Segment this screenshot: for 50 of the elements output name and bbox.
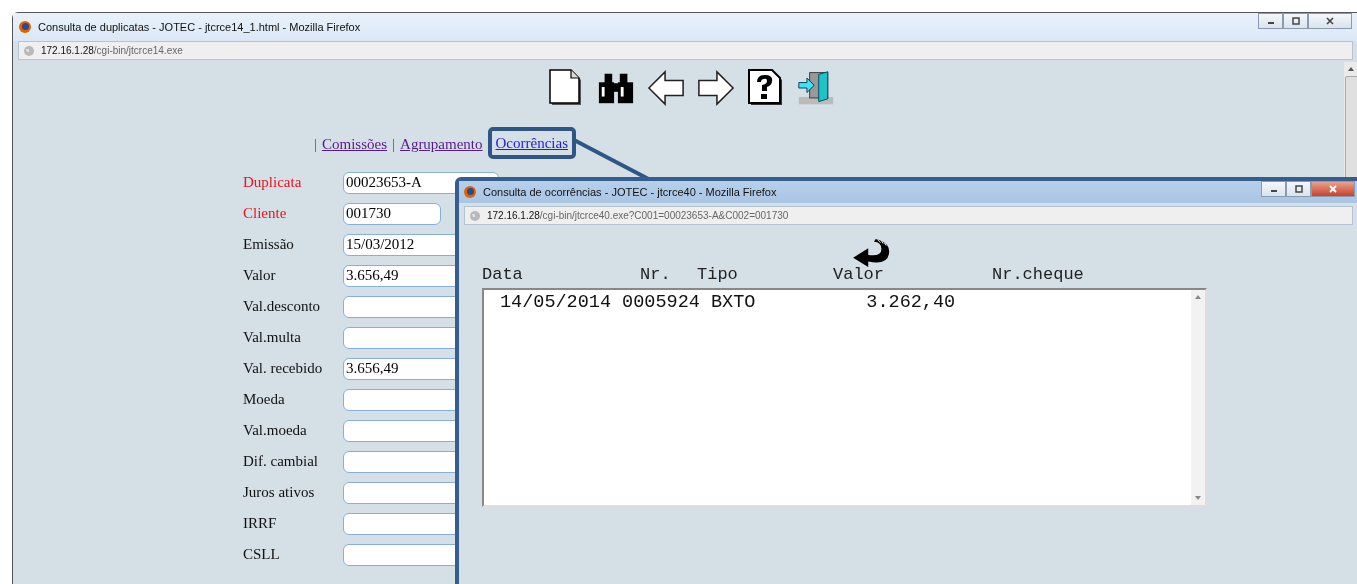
column-header: Nr.cheque: [992, 264, 1085, 284]
maximize-icon: [1290, 17, 1301, 25]
firefox-icon: [18, 20, 32, 34]
field-label: Duplicata: [243, 174, 303, 191]
right-arrow-icon[interactable]: [696, 69, 735, 107]
help-icon[interactable]: [746, 69, 785, 107]
field-label: Emissão: [243, 236, 295, 253]
minimize-button[interactable]: [1258, 13, 1283, 29]
scroll-up-icon[interactable]: [1347, 66, 1355, 72]
close-icon: [1325, 17, 1335, 25]
link-separator: |: [314, 135, 317, 153]
field-label: IRRF: [243, 515, 278, 532]
window-title: Consulta de duplicatas - JOTEC - jtcrce14_1.html - Mozilla Firefox: [38, 21, 361, 33]
left-arrow-icon[interactable]: [646, 69, 685, 107]
scroll-up-icon[interactable]: [1194, 294, 1202, 300]
firefox-icon: [463, 185, 477, 199]
field-label: Cliente: [243, 205, 288, 222]
globe-icon: [469, 209, 481, 222]
maximize-button[interactable]: [1286, 181, 1311, 197]
field-label: CSLL: [243, 546, 281, 563]
column-header: Valor: [833, 264, 885, 284]
maximize-button[interactable]: [1283, 13, 1308, 29]
field-label: Val.desconto: [243, 298, 322, 315]
address-bar[interactable]: 172.16.1.28/cgi-bin/jtcrce14.exe: [18, 41, 1353, 60]
list-item[interactable]: 14/05/2014 0005924 BXTO 3.262,40: [500, 292, 1191, 314]
link-separator: |: [392, 135, 396, 153]
field-label: Juros ativos: [243, 484, 316, 501]
nav-link[interactable]: Comissões: [322, 135, 388, 153]
field-label: Valor: [243, 267, 277, 284]
field-label: Dif. cambial: [243, 453, 319, 470]
field-label: Val. recebido: [243, 360, 324, 377]
list-box[interactable]: 14/05/2014 0005924 BXTO 3.262,40: [482, 288, 1207, 507]
minimize-button[interactable]: [1261, 181, 1286, 197]
address-bar[interactable]: 172.16.1.28/cgi-bin/jtcrce40.exe?C001=00023653-A&C002=001730: [464, 206, 1353, 225]
globe-icon: [23, 44, 35, 57]
field-label: Val.moeda: [243, 422, 308, 439]
nav-link[interactable]: Ocorrências: [495, 134, 568, 152]
column-header: Nr.: [640, 264, 672, 284]
input-field[interactable]: 001730: [343, 202, 441, 225]
field-label: Moeda: [243, 391, 286, 408]
close-button[interactable]: [1311, 181, 1355, 197]
column-header: Tipo: [697, 264, 739, 284]
exit-door-icon[interactable]: [796, 69, 835, 107]
maximize-icon: [1293, 185, 1304, 193]
nav-link[interactable]: Agrupamento: [400, 135, 483, 153]
field-label: Val.multa: [243, 329, 302, 346]
scroll-down-icon[interactable]: [1194, 495, 1202, 501]
scrollbar[interactable]: [1191, 290, 1205, 505]
close-icon: [1328, 185, 1338, 193]
close-button[interactable]: [1308, 13, 1352, 29]
